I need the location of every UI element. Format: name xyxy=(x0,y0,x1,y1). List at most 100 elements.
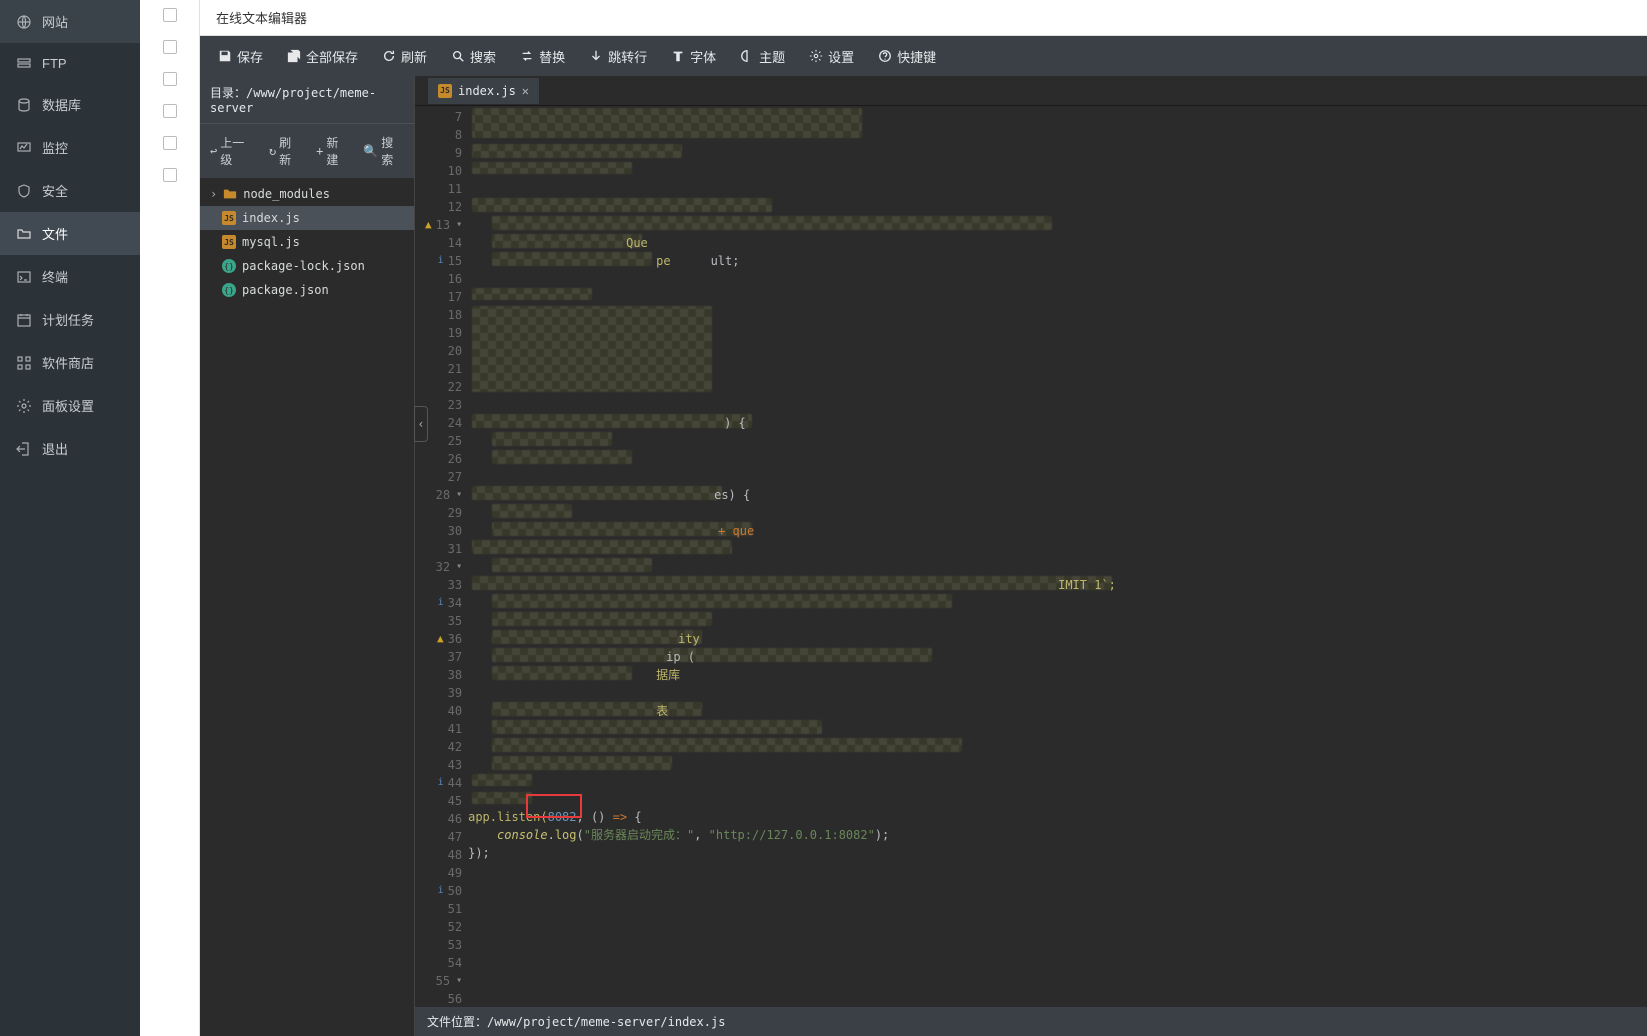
fold-icon[interactable]: ▾ xyxy=(456,972,462,990)
sidebar-item-website[interactable]: 网站 xyxy=(0,0,140,43)
directory-bar: 目录：/www/project/meme-server xyxy=(200,76,414,123)
gutter-line: 26 xyxy=(425,450,462,468)
row-checkbox-column xyxy=(140,0,200,1036)
row-checkbox[interactable] xyxy=(163,168,177,182)
gutter-line: 32▾ xyxy=(425,558,462,576)
help-icon xyxy=(878,49,892,63)
gutter-line: 52 xyxy=(425,918,462,936)
refresh-icon: ↻ xyxy=(269,144,276,158)
line-gutter: 789101112▲13▾14i151617181920212223242526… xyxy=(415,106,468,1007)
gutter-line: 54 xyxy=(425,954,462,972)
sidebar-item-label: 数据库 xyxy=(42,95,81,114)
shortcuts-button[interactable]: 快捷键 xyxy=(868,41,946,72)
json-file-icon: {} xyxy=(222,259,236,273)
tree-folder[interactable]: › node_modules xyxy=(200,182,414,206)
tree-new-button[interactable]: +新建 xyxy=(310,130,355,172)
tree-search-button[interactable]: 🔍搜索 xyxy=(357,130,410,172)
editor-tab[interactable]: JS index.js ✕ xyxy=(428,78,539,104)
gutter-line: 7 xyxy=(425,108,462,126)
gutter-line: ▲13▾ xyxy=(425,216,462,234)
up-icon: ↩ xyxy=(210,144,217,158)
editor-toolbar: 保存 全部保存 刷新 搜索 替换 跳转行 字体 主题 设置 快捷键 xyxy=(200,36,1647,76)
js-file-icon: JS xyxy=(222,235,236,249)
gutter-line: 9 xyxy=(425,144,462,162)
search-button[interactable]: 搜索 xyxy=(441,41,506,72)
sidebar-item-terminal[interactable]: 终端 xyxy=(0,255,140,298)
gutter-line: ▲36 xyxy=(425,630,462,648)
gutter-line: i15 xyxy=(425,252,462,270)
gutter-line: 45 xyxy=(425,792,462,810)
chevron-right-icon: › xyxy=(210,187,217,201)
tab-label: index.js xyxy=(458,84,516,98)
gutter-line: 40 xyxy=(425,702,462,720)
sidebar-item-label: FTP xyxy=(42,56,67,71)
row-checkbox[interactable] xyxy=(163,8,177,22)
row-checkbox[interactable] xyxy=(163,104,177,118)
goto-line-button[interactable]: 跳转行 xyxy=(579,41,657,72)
gutter-line: i50 xyxy=(425,882,462,900)
close-icon[interactable]: ✕ xyxy=(522,84,529,98)
sidebar-item-logout[interactable]: 退出 xyxy=(0,427,140,470)
warning-icon: ▲ xyxy=(437,630,444,648)
sidebar-item-software[interactable]: 软件商店 xyxy=(0,341,140,384)
gutter-line: 16 xyxy=(425,270,462,288)
tree-item-label: node_modules xyxy=(243,187,330,201)
collapse-tree-handle[interactable]: ‹ xyxy=(414,406,428,442)
tree-item-label: package-lock.json xyxy=(242,259,365,273)
code-content[interactable]: Que peult; ) { es) { + que IMIT 1`; ity … xyxy=(468,106,1647,1007)
tree-item-label: index.js xyxy=(242,211,300,225)
sidebar-item-cron[interactable]: 计划任务 xyxy=(0,298,140,341)
row-checkbox[interactable] xyxy=(163,136,177,150)
globe-icon xyxy=(16,14,32,30)
status-bar: 文件位置：/www/project/meme-server/index.js xyxy=(415,1007,1647,1036)
sidebar-item-label: 安全 xyxy=(42,181,68,200)
save-button[interactable]: 保存 xyxy=(208,41,273,72)
sidebar-item-label: 终端 xyxy=(42,267,68,286)
fold-icon[interactable]: ▾ xyxy=(456,486,462,504)
tree-toolbar: ↩上一级 ↻刷新 +新建 🔍搜索 xyxy=(200,123,414,178)
gutter-line: 29 xyxy=(425,504,462,522)
theme-button[interactable]: 主题 xyxy=(730,41,795,72)
folder-icon xyxy=(16,226,32,242)
tree-up-button[interactable]: ↩上一级 xyxy=(204,130,261,172)
tree-refresh-button[interactable]: ↻刷新 xyxy=(263,130,308,172)
settings-button[interactable]: 设置 xyxy=(799,41,864,72)
terminal-icon xyxy=(16,269,32,285)
tree-file[interactable]: JS index.js xyxy=(200,206,414,230)
info-icon: i xyxy=(438,252,444,270)
tree-item-label: package.json xyxy=(242,283,329,297)
gutter-line: 11 xyxy=(425,180,462,198)
sidebar-item-panel-settings[interactable]: 面板设置 xyxy=(0,384,140,427)
gutter-line: 25 xyxy=(425,432,462,450)
gutter-line: 46 xyxy=(425,810,462,828)
search-icon xyxy=(451,49,465,63)
gutter-line: 19 xyxy=(425,324,462,342)
editor-title: 在线文本编辑器 xyxy=(200,0,1647,36)
sidebar-item-monitor[interactable]: 监控 xyxy=(0,126,140,169)
replace-button[interactable]: 替换 xyxy=(510,41,575,72)
save-all-button[interactable]: 全部保存 xyxy=(277,41,368,72)
font-button[interactable]: 字体 xyxy=(661,41,726,72)
row-checkbox[interactable] xyxy=(163,72,177,86)
gutter-line: 42 xyxy=(425,738,462,756)
code-scroll[interactable]: 789101112▲13▾14i151617181920212223242526… xyxy=(415,106,1647,1007)
gutter-line: i44 xyxy=(425,774,462,792)
save-icon xyxy=(218,49,232,63)
sidebar-item-files[interactable]: 文件 xyxy=(0,212,140,255)
tree-file[interactable]: JS mysql.js xyxy=(200,230,414,254)
tree-file[interactable]: {} package.json xyxy=(200,278,414,302)
gutter-line: 49 xyxy=(425,864,462,882)
search-icon: 🔍 xyxy=(363,144,378,158)
gutter-line: 41 xyxy=(425,720,462,738)
sidebar-item-database[interactable]: 数据库 xyxy=(0,83,140,126)
tree-file[interactable]: {} package-lock.json xyxy=(200,254,414,278)
sidebar-item-ftp[interactable]: FTP xyxy=(0,43,140,83)
row-checkbox[interactable] xyxy=(163,40,177,54)
status-path: /www/project/meme-server/index.js xyxy=(487,1015,725,1029)
fold-icon[interactable]: ▾ xyxy=(456,558,462,576)
sidebar-item-security[interactable]: 安全 xyxy=(0,169,140,212)
cron-icon xyxy=(16,312,32,328)
refresh-button[interactable]: 刷新 xyxy=(372,41,437,72)
tree-list: › node_modules JS index.js JS mysql.js {… xyxy=(200,178,414,1036)
fold-icon[interactable]: ▾ xyxy=(456,216,462,234)
